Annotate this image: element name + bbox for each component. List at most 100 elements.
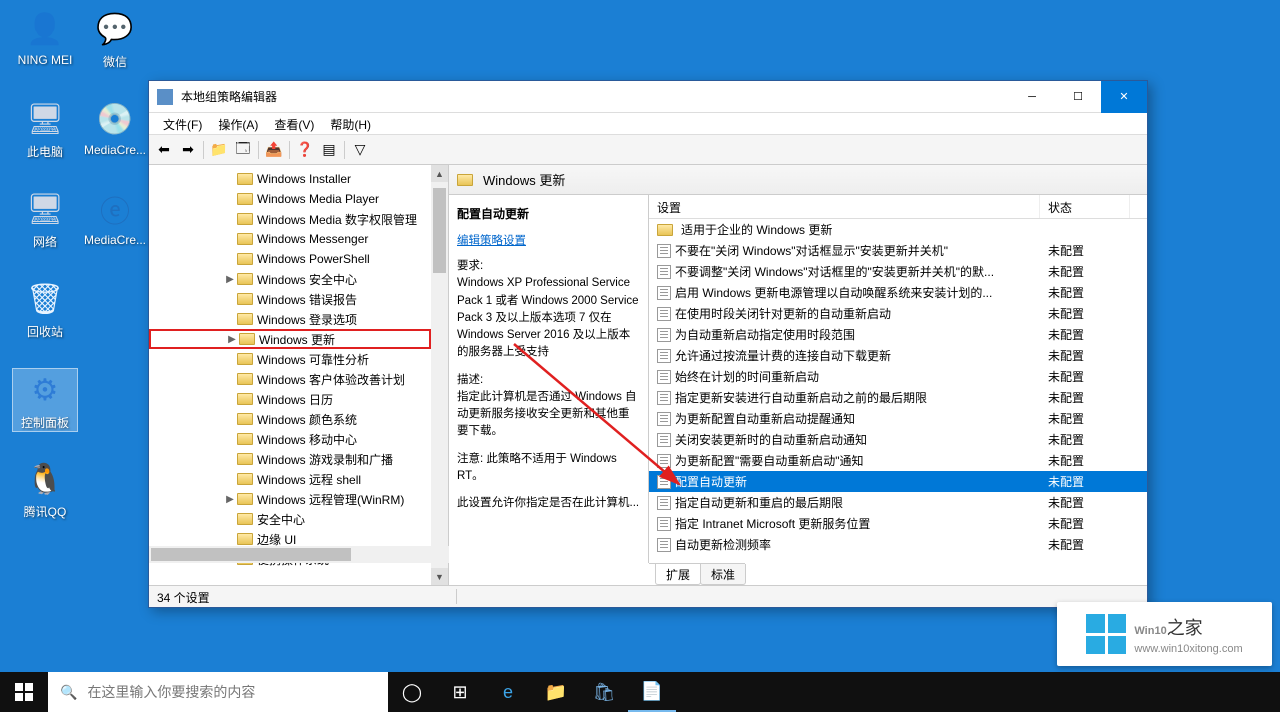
row-label: 不要在"关闭 Windows"对话框显示"安装更新并关机" (675, 242, 948, 259)
row-label: 关闭安装更新时的自动重新启动通知 (675, 431, 867, 448)
folder-icon (657, 224, 673, 236)
list-row[interactable]: 自动更新检测频率未配置 (649, 534, 1147, 555)
desktop-icon-此电脑[interactable]: 🖥此电脑 (12, 98, 78, 160)
tree-item[interactable]: Windows 客户体验改善计划 (149, 369, 431, 389)
export-icon[interactable]: 📤 (263, 139, 285, 161)
store-icon[interactable]: 🛍 (580, 672, 628, 712)
list-row[interactable]: 为自动重新启动指定使用时段范围未配置 (649, 324, 1147, 345)
gpedit-taskbar-icon[interactable]: 📄 (628, 672, 676, 712)
list-row[interactable]: 启用 Windows 更新电源管理以自动唤醒系统来安装计划的...未配置 (649, 282, 1147, 303)
expander-icon[interactable]: ▶ (223, 274, 237, 285)
tab-standard[interactable]: 标准 (700, 564, 746, 585)
row-label: 指定自动更新和重启的最后期限 (675, 494, 843, 511)
list-row[interactable]: 允许通过按流量计费的连接自动下载更新未配置 (649, 345, 1147, 366)
watermark-brand: Win10 (1134, 625, 1166, 637)
col-state[interactable]: 状态 (1040, 195, 1130, 218)
desktop-icon-回收站[interactable]: 🗑回收站 (12, 278, 78, 340)
explorer-icon[interactable]: 📁 (532, 672, 580, 712)
menu-操作(A)[interactable]: 操作(A) (210, 113, 266, 134)
scroll-up-icon[interactable]: ▲ (431, 165, 448, 182)
menu-帮助(H)[interactable]: 帮助(H) (322, 113, 379, 134)
edge-icon[interactable]: e (484, 672, 532, 712)
row-label: 为自动重新启动指定使用时段范围 (675, 326, 855, 343)
list-row[interactable]: 不要在"关闭 Windows"对话框显示"安装更新并关机" 未配置 (649, 240, 1147, 261)
list-row[interactable]: 关闭安装更新时的自动重新启动通知未配置 (649, 429, 1147, 450)
tree-item[interactable]: Windows Messenger (149, 229, 431, 249)
row-state: 未配置 (1040, 389, 1130, 406)
taskbar-search[interactable]: 🔍 在这里输入你要搜索的内容 (48, 672, 388, 712)
menu-查看(V)[interactable]: 查看(V) (266, 113, 322, 134)
tree-item[interactable]: Windows 游戏录制和广播 (149, 449, 431, 469)
extra-text: 此设置允许你指定是否在此计算机... (457, 495, 640, 512)
icon-label: MediaCre... (82, 233, 148, 247)
tree-item[interactable]: 安全中心 (149, 509, 431, 529)
titlebar[interactable]: 本地组策略编辑器 ─ ☐ ✕ (149, 81, 1147, 113)
list-row[interactable]: 指定 Intranet Microsoft 更新服务位置未配置 (649, 513, 1147, 534)
row-state: 未配置 (1040, 242, 1130, 259)
tree-item[interactable]: ▶Windows 更新 (149, 329, 431, 349)
tree-item[interactable]: ▶Windows 远程管理(WinRM) (149, 489, 431, 509)
minimize-button[interactable]: ─ (1009, 81, 1055, 113)
task-view-icon[interactable]: ⊞ (436, 672, 484, 712)
icon-label: 回收站 (12, 323, 78, 340)
list-row[interactable]: 为更新配置自动重新启动提醒通知未配置 (649, 408, 1147, 429)
gpedit-window: 本地组策略编辑器 ─ ☐ ✕ 文件(F)操作(A)查看(V)帮助(H) ⬅ ➡ … (148, 80, 1148, 608)
scroll-down-icon[interactable]: ▼ (431, 568, 448, 585)
desktop-icon-控制面板[interactable]: ⚙控制面板 (12, 368, 78, 432)
filter-icon[interactable]: ▽ (349, 139, 371, 161)
expander-icon[interactable]: ▶ (225, 334, 239, 345)
tree-item[interactable]: Windows Media Player (149, 189, 431, 209)
list-row[interactable]: 指定自动更新和重启的最后期限未配置 (649, 492, 1147, 513)
list-row[interactable]: 在使用时段关闭针对更新的自动重新启动未配置 (649, 303, 1147, 324)
watermark-suffix: 之家 (1167, 618, 1203, 638)
list-row[interactable]: 不要调整"关闭 Windows"对话框里的"安装更新并关机"的默...未配置 (649, 261, 1147, 282)
tab-extended[interactable]: 扩展 (655, 564, 701, 585)
desktop-icon-微信[interactable]: 💬微信 (82, 8, 148, 70)
tree-pane[interactable]: Windows InstallerWindows Media PlayerWin… (149, 165, 449, 585)
tree-item[interactable]: Windows 可靠性分析 (149, 349, 431, 369)
show-hide-tree-icon[interactable]: 🗔 (232, 139, 254, 161)
list-icon[interactable]: ▤ (318, 139, 340, 161)
tree-item[interactable]: Windows 错误报告 (149, 289, 431, 309)
tree-vscrollbar[interactable]: ▲ ▼ (431, 165, 448, 585)
back-icon[interactable]: ⬅ (153, 139, 175, 161)
menu-文件(F)[interactable]: 文件(F) (155, 113, 210, 134)
list-row[interactable]: 为更新配置"需要自动重新启动"通知未配置 (649, 450, 1147, 471)
list-row[interactable]: 配置自动更新未配置 (649, 471, 1147, 492)
desktop-icon-MediaCre...[interactable]: ⓔMediaCre... (82, 188, 148, 247)
desktop-icon-网络[interactable]: 🖥网络 (12, 188, 78, 250)
tree-item[interactable]: Windows 日历 (149, 389, 431, 409)
watermark-logo-icon (1086, 614, 1126, 654)
list-row[interactable]: 适用于企业的 Windows 更新 (649, 219, 1147, 240)
properties-icon[interactable]: ❓ (294, 139, 316, 161)
up-icon[interactable]: 📁 (208, 139, 230, 161)
list-row[interactable]: 指定更新安装进行自动重新启动之前的最后期限未配置 (649, 387, 1147, 408)
start-button[interactable] (0, 672, 48, 712)
tree-hscroll-thumb[interactable] (151, 548, 351, 561)
tree-item[interactable]: Windows 登录选项 (149, 309, 431, 329)
row-label: 在使用时段关闭针对更新的自动重新启动 (675, 305, 891, 322)
policy-icon (657, 433, 671, 447)
tree-item-label: Windows 移动中心 (257, 431, 357, 448)
tree-item-label: Windows PowerShell (257, 252, 370, 266)
tree-item[interactable]: Windows Installer (149, 169, 431, 189)
cortana-icon[interactable]: ◯ (388, 672, 436, 712)
tree-item[interactable]: ▶Windows 安全中心 (149, 269, 431, 289)
col-setting[interactable]: 设置 (649, 195, 1040, 218)
tree-item[interactable]: Windows Media 数字权限管理 (149, 209, 431, 229)
tree-item[interactable]: Windows PowerShell (149, 249, 431, 269)
maximize-button[interactable]: ☐ (1055, 81, 1101, 113)
tree-item[interactable]: Windows 移动中心 (149, 429, 431, 449)
desktop-icon-NING MEI[interactable]: 👤NING MEI (12, 8, 78, 67)
desktop-icon-腾讯QQ[interactable]: 🐧腾讯QQ (12, 458, 78, 520)
tree-item[interactable]: Windows 远程 shell (149, 469, 431, 489)
edit-policy-link[interactable]: 编辑策略设置 (457, 235, 526, 247)
scroll-thumb[interactable] (433, 188, 446, 273)
forward-icon[interactable]: ➡ (177, 139, 199, 161)
close-button[interactable]: ✕ (1101, 81, 1147, 113)
tree-item[interactable]: Windows 颜色系统 (149, 409, 431, 429)
desktop-icon-MediaCre...[interactable]: 💿MediaCre... (82, 98, 148, 157)
list-row[interactable]: 始终在计划的时间重新启动未配置 (649, 366, 1147, 387)
expander-icon[interactable]: ▶ (223, 494, 237, 505)
settings-list[interactable]: 设置 状态 适用于企业的 Windows 更新不要在"关闭 Windows"对话… (649, 195, 1147, 563)
